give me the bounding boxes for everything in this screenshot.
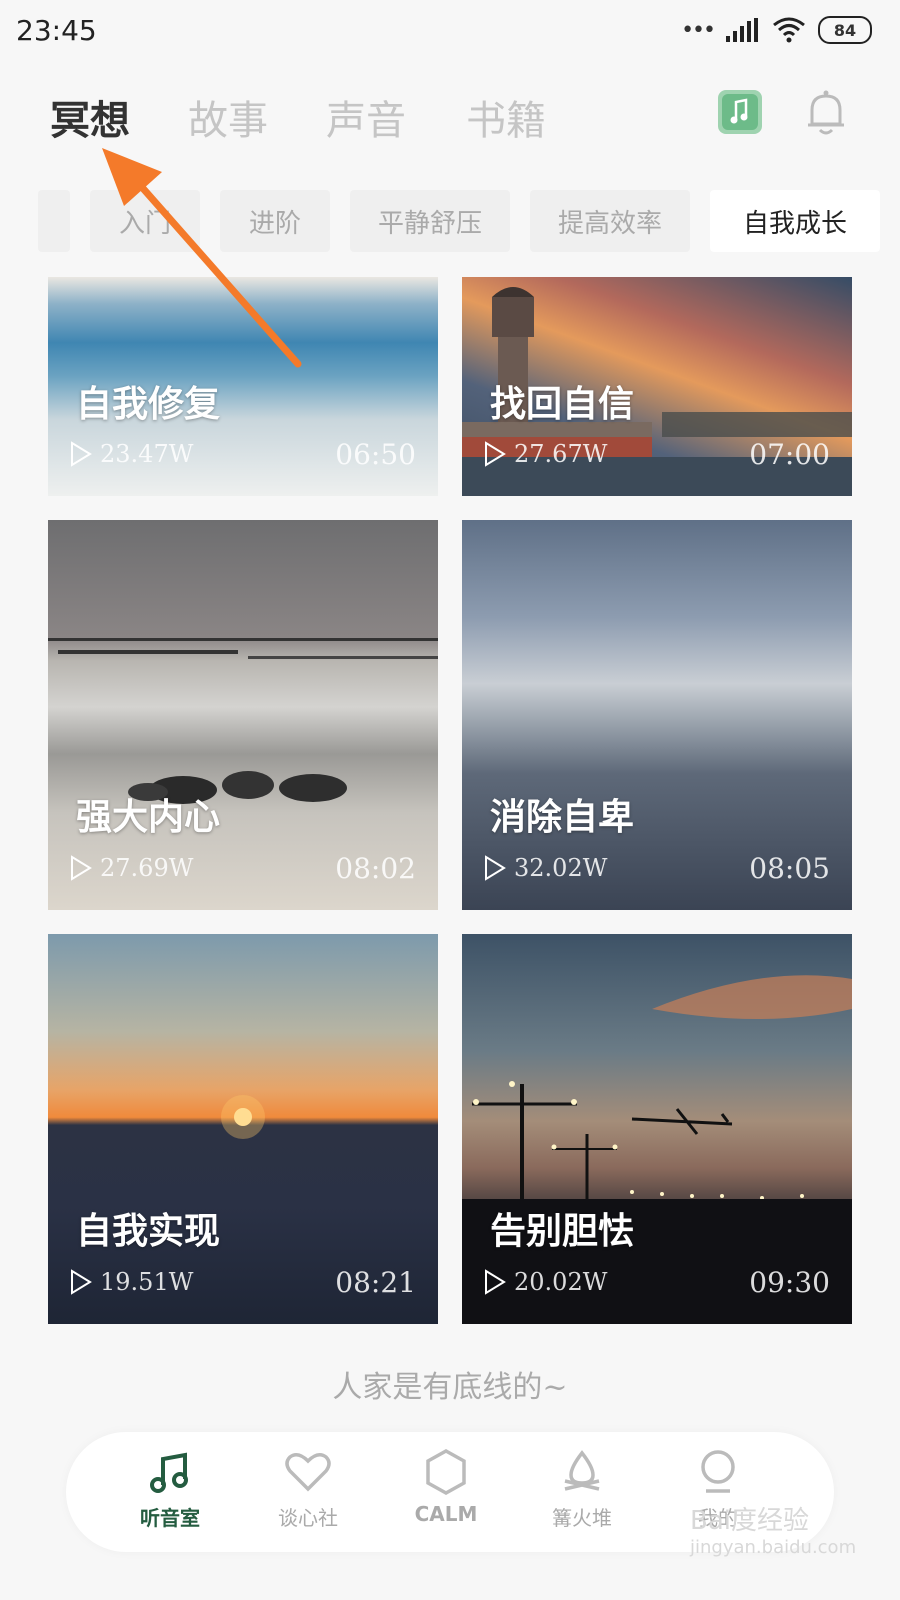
end-of-list-message: 人家是有底线的~ [332, 1370, 568, 1405]
card-plays: 27.67W [514, 440, 608, 468]
card-duration: 07:00 [749, 438, 830, 471]
tab-label: CALM [414, 1502, 478, 1526]
course-card[interactable]: 自我实现 19.51W 08:21 [48, 934, 438, 1324]
course-card[interactable]: 强大内心 27.69W 08:02 [48, 520, 438, 910]
status-bar: 23:45 ••• 84 [0, 0, 900, 62]
top-nav: 冥想 故事 声音 书籍 [0, 80, 900, 150]
tab-label: 篝火堆 [552, 1506, 612, 1530]
chip-efficiency[interactable]: 提高效率 [530, 190, 690, 252]
signal-icon [726, 18, 758, 42]
chip-self-growth[interactable]: 自我成长 [710, 190, 880, 252]
play-icon [71, 855, 92, 881]
play-icon [485, 1269, 506, 1295]
status-time: 23:45 [16, 14, 97, 47]
bell-icon[interactable] [804, 88, 848, 138]
card-meta: 19.51W 08:21 [70, 1266, 416, 1300]
card-meta: 32.02W 08:05 [484, 852, 830, 886]
tab-sounds[interactable]: 声音 [326, 88, 406, 146]
card-meta: 27.69W 08:02 [70, 852, 416, 886]
card-plays: 19.51W [100, 1268, 194, 1296]
course-card[interactable]: 自我修复 23.47W 06:50 [48, 277, 438, 496]
card-meta: 23.47W 06:50 [70, 438, 416, 472]
chip-partial[interactable] [38, 190, 70, 252]
tab-label: 谈心社 [278, 1506, 338, 1530]
card-plays: 32.02W [514, 854, 608, 882]
card-title: 强大内心 [76, 797, 221, 838]
card-duration: 08:05 [749, 852, 830, 885]
card-meta: 27.67W 07:00 [484, 438, 830, 472]
play-icon [71, 441, 92, 467]
course-card[interactable]: 找回自信 27.67W 07:00 [462, 277, 852, 496]
card-title: 告别胆怯 [490, 1211, 635, 1252]
wifi-icon [773, 17, 805, 43]
profile-icon [701, 1450, 735, 1493]
tab-listening-room[interactable]: 听音室 [110, 1444, 230, 1544]
play-icon [485, 855, 506, 881]
music-player-icon[interactable] [718, 90, 762, 134]
course-card[interactable]: 消除自卑 32.02W 08:05 [462, 520, 852, 910]
status-icons: ••• 84 [681, 16, 872, 44]
play-icon [71, 1269, 92, 1295]
chip-calm-stress[interactable]: 平静舒压 [350, 190, 510, 252]
heart-icon [285, 1453, 331, 1492]
card-title: 自我实现 [76, 1211, 221, 1252]
tab-stories[interactable]: 故事 [188, 88, 268, 146]
card-plays: 27.69W [100, 854, 194, 882]
card-meta: 20.02W 09:30 [484, 1266, 830, 1300]
card-duration: 08:21 [335, 1266, 416, 1299]
chip-advanced[interactable]: 进阶 [220, 190, 330, 252]
music-note-icon [150, 1452, 188, 1493]
card-duration: 08:02 [335, 852, 416, 885]
tab-heart-talk[interactable]: 谈心社 [248, 1444, 368, 1544]
tab-campfire[interactable]: 篝火堆 [522, 1444, 642, 1544]
card-plays: 20.02W [514, 1268, 608, 1296]
category-chips: 入门 进阶 平静舒压 提高效率 自我成长 [38, 190, 898, 252]
card-title: 自我修复 [76, 384, 221, 425]
watermark: Bai度经验 jingyan.baidu.com [690, 1506, 857, 1558]
play-icon [485, 441, 506, 467]
card-duration: 06:50 [335, 438, 416, 471]
course-card[interactable]: 告别胆怯 20.02W 09:30 [462, 934, 852, 1324]
more-dots-icon: ••• [681, 17, 716, 43]
tab-label: 听音室 [140, 1506, 200, 1530]
chip-beginner[interactable]: 入门 [90, 190, 200, 252]
battery-indicator: 84 [818, 16, 872, 44]
card-plays: 23.47W [100, 440, 194, 468]
card-duration: 09:30 [749, 1266, 830, 1299]
card-title: 找回自信 [490, 384, 635, 425]
tab-calm[interactable]: CALM [386, 1444, 506, 1544]
campfire-icon [564, 1450, 600, 1491]
hexagon-icon [426, 1448, 466, 1496]
card-title: 消除自卑 [490, 797, 635, 838]
tab-meditation[interactable]: 冥想 [50, 88, 130, 146]
tab-books[interactable]: 书籍 [466, 88, 546, 146]
